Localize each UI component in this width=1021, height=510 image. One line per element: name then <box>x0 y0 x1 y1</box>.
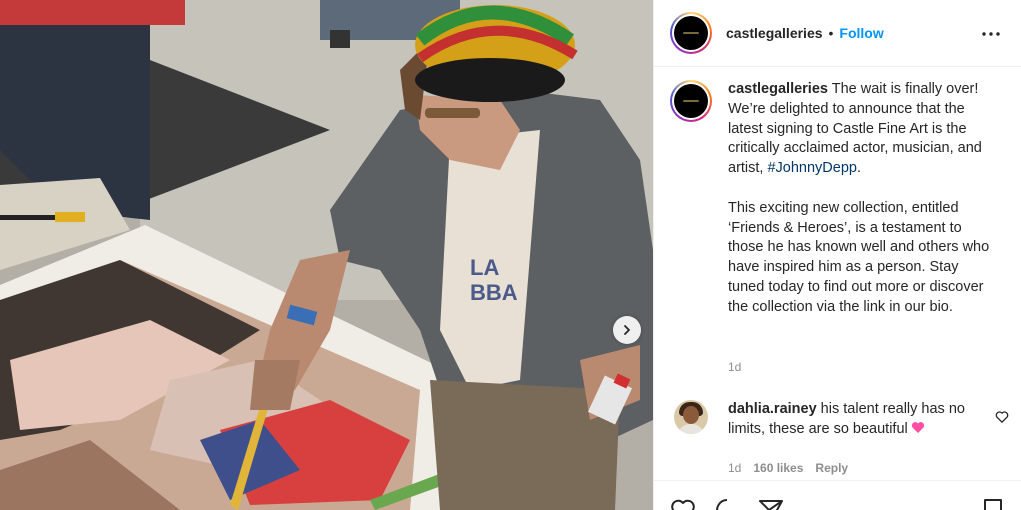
avatar[interactable] <box>670 12 712 54</box>
more-options-button[interactable] <box>981 24 1001 44</box>
comment-timestamp[interactable]: 1d <box>728 461 741 475</box>
header-separator: • <box>828 25 834 41</box>
commenter-avatar[interactable] <box>674 400 708 434</box>
hashtag-link[interactable]: #JohnnyDepp <box>767 160 857 176</box>
comment-likes-count[interactable]: 160 likes <box>753 461 803 475</box>
post-image[interactable]: LA BBA <box>0 0 653 510</box>
comment-meta: 1d 160 likes Reply <box>728 461 848 475</box>
reply-button[interactable]: Reply <box>815 461 848 475</box>
caption: castlegalleries The wait is finally over… <box>670 80 1010 318</box>
more-options-icon <box>982 32 1000 36</box>
caption-period: . <box>856 160 862 177</box>
post-side-panel: castlegalleries • Follow castlegalleries… <box>653 0 1021 510</box>
svg-text:LA: LA <box>470 255 499 280</box>
post-photo-illustration: LA BBA <box>0 0 653 510</box>
chevron-right-icon <box>624 325 630 335</box>
pink-heart-emoji-icon <box>911 421 924 433</box>
carousel-next-button[interactable] <box>613 316 641 344</box>
commenter-username[interactable]: dahlia.rainey <box>728 401 817 417</box>
like-heart-icon[interactable] <box>670 497 696 510</box>
follow-button[interactable]: Follow <box>839 25 883 41</box>
post-header: castlegalleries • Follow <box>654 0 1021 67</box>
castlegalleries-logo <box>674 16 708 50</box>
comment-like-heart-icon[interactable] <box>995 410 1009 424</box>
comment-bubble-icon[interactable] <box>714 497 740 510</box>
caption-paragraph-2: This exciting new collection, entitled ‘… <box>728 199 990 315</box>
paper-plane-icon[interactable] <box>758 497 784 510</box>
caption-avatar[interactable] <box>670 80 712 122</box>
caption-timestamp[interactable]: 1d <box>728 360 741 374</box>
castlegalleries-logo <box>674 84 708 118</box>
bookmark-icon[interactable] <box>980 497 1006 510</box>
action-bar <box>654 480 1021 510</box>
caption-paragraph-1: castlegalleries The wait is finally over… <box>728 80 998 179</box>
comment-item: dahlia.rainey his talent really has no l… <box>674 400 1009 440</box>
svg-text:BBA: BBA <box>470 280 518 305</box>
comment-text: dahlia.rainey his talent really has no l… <box>728 400 978 440</box>
caption-text: castlegalleries The wait is finally over… <box>728 80 998 318</box>
caption-username[interactable]: castlegalleries <box>728 81 828 97</box>
author-username[interactable]: castlegalleries <box>726 25 823 41</box>
